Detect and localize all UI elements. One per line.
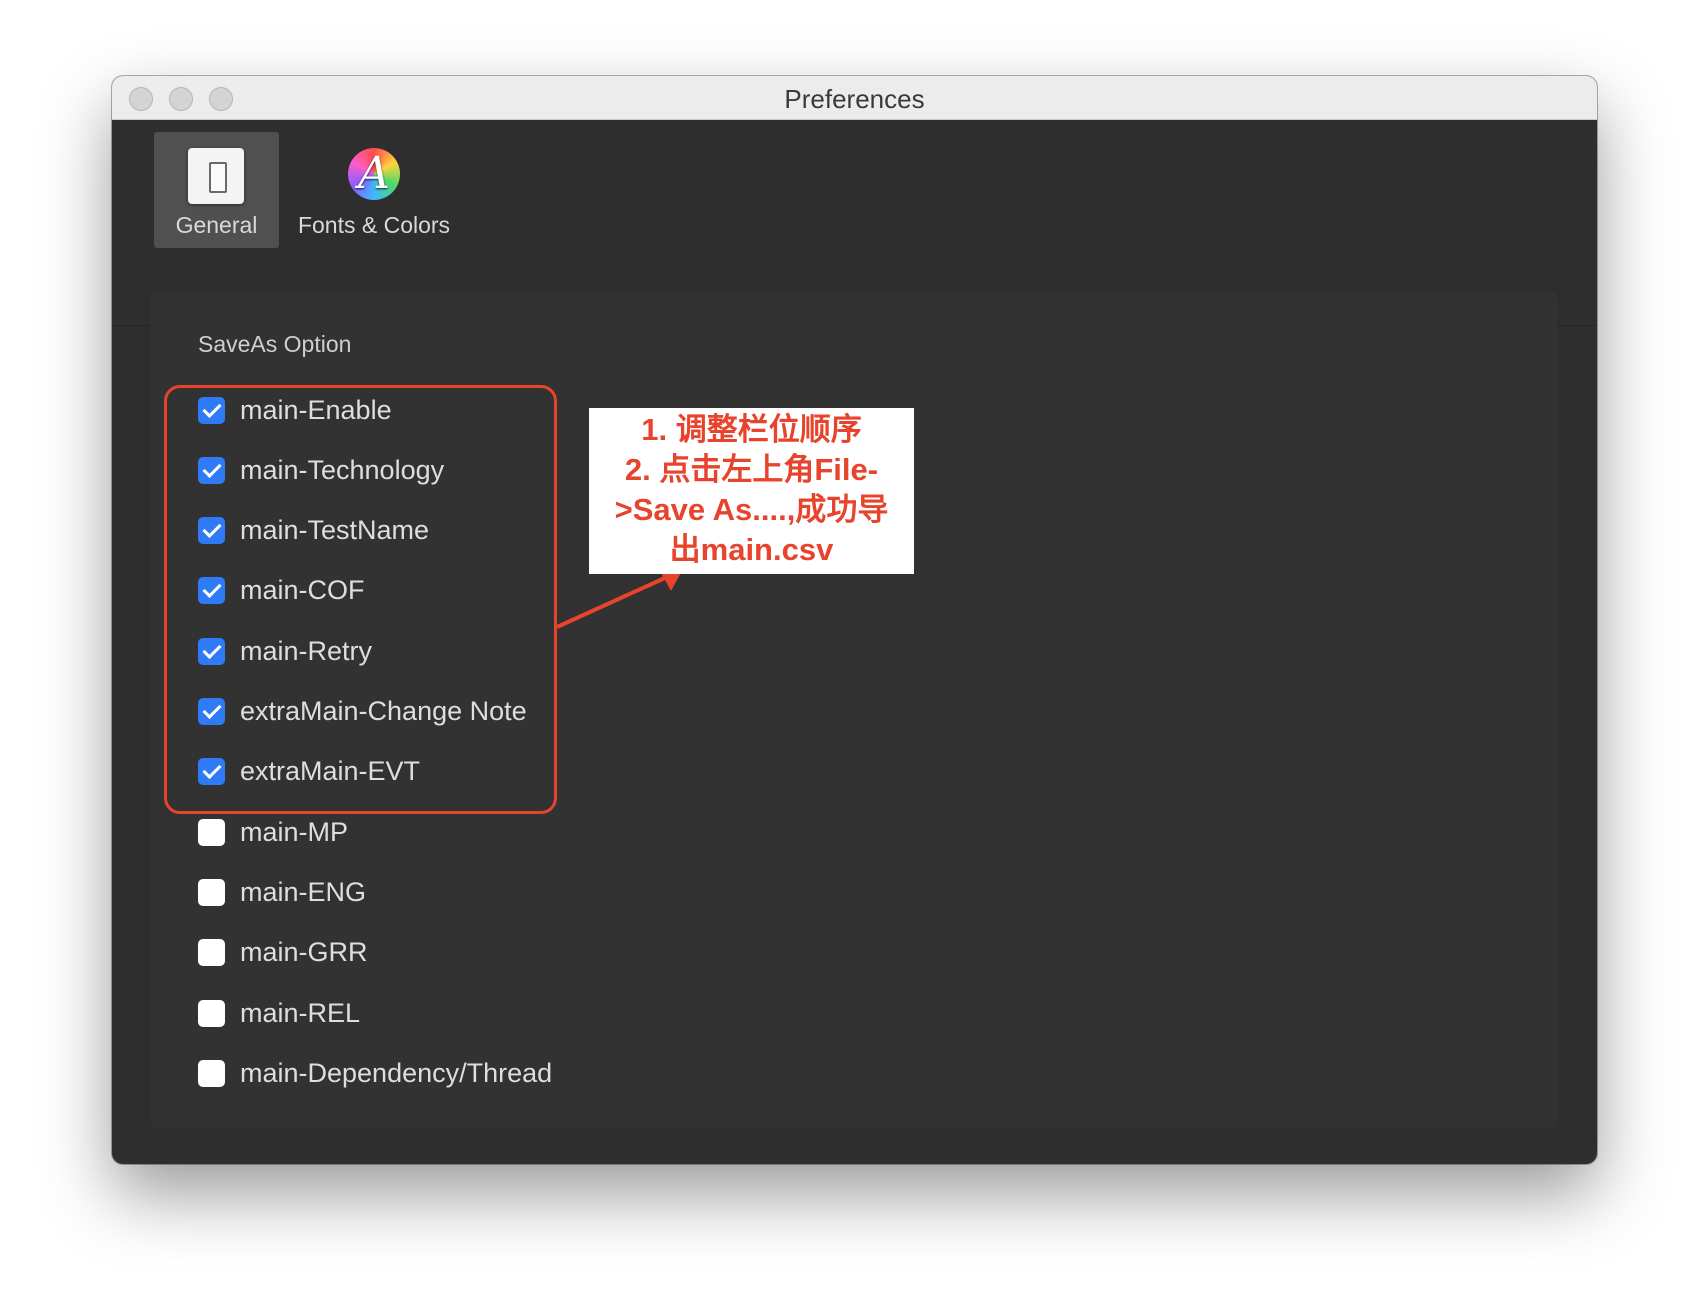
annotation-arrow-icon: [556, 569, 683, 629]
checkbox-unchecked[interactable]: [198, 818, 225, 846]
option-row[interactable]: main-GRR: [198, 931, 368, 975]
option-row[interactable]: main-ENG: [198, 870, 366, 914]
fonts-colors-icon: A: [348, 148, 400, 200]
option-row[interactable]: main-REL: [198, 991, 360, 1035]
annotation-note: 1. 调整栏位顺序 2. 点击左上角File- >Save As....,成功导…: [589, 408, 914, 574]
tab-general-label: General: [175, 212, 258, 238]
general-icon: [188, 148, 244, 204]
checkbox-unchecked[interactable]: [198, 878, 225, 906]
section-title: SaveAs Option: [198, 331, 352, 357]
annotation-line: >Save As....,成功导: [614, 492, 889, 527]
annotation-line: 出main.csv: [669, 532, 834, 567]
option-label[interactable]: main-MP: [240, 817, 348, 848]
option-row[interactable]: main-Dependency/Thread: [198, 1051, 552, 1095]
option-label[interactable]: main-Dependency/Thread: [240, 1058, 552, 1089]
option-label[interactable]: main-ENG: [240, 877, 366, 908]
option-label[interactable]: main-REL: [240, 998, 360, 1029]
title-bar[interactable]: Preferences: [112, 76, 1597, 120]
window-title: Preferences: [784, 84, 925, 114]
annotation-highlight-box: [164, 385, 557, 814]
checkbox-unchecked[interactable]: [198, 999, 225, 1027]
tab-general[interactable]: General: [154, 132, 279, 248]
checkbox-unchecked[interactable]: [198, 939, 225, 967]
tab-fonts-colors-label: Fonts & Colors: [297, 212, 451, 238]
annotation-line: 2. 点击左上角File-: [624, 452, 879, 487]
option-label[interactable]: main-GRR: [240, 937, 368, 968]
annotation-line: 1. 调整栏位顺序: [641, 412, 862, 447]
tab-fonts-colors[interactable]: A Fonts & Colors: [289, 132, 459, 248]
checkbox-unchecked[interactable]: [198, 1059, 225, 1087]
option-row[interactable]: main-MP: [198, 810, 348, 854]
